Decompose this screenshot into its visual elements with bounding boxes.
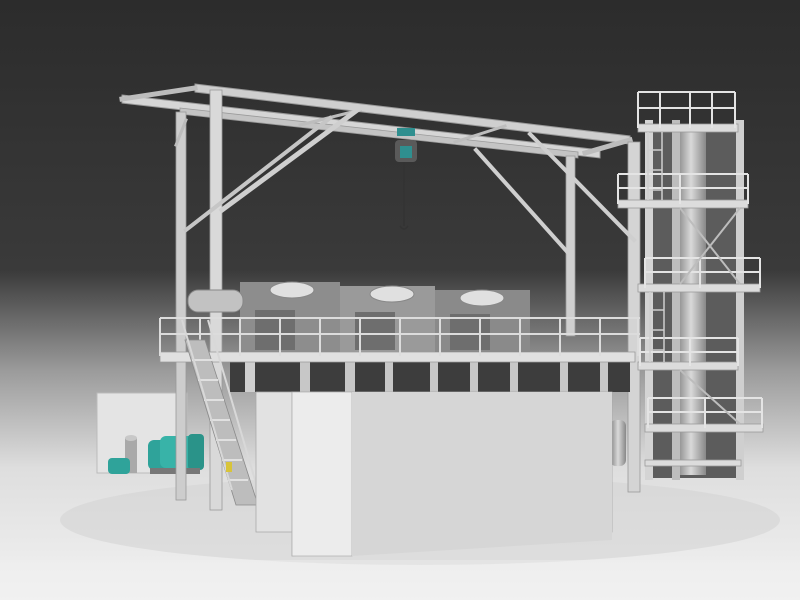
industrial-plant-render — [0, 0, 800, 600]
floor-foreground — [0, 560, 800, 600]
concrete-enclosure-block — [255, 391, 613, 557]
render-viewport — [0, 0, 800, 600]
